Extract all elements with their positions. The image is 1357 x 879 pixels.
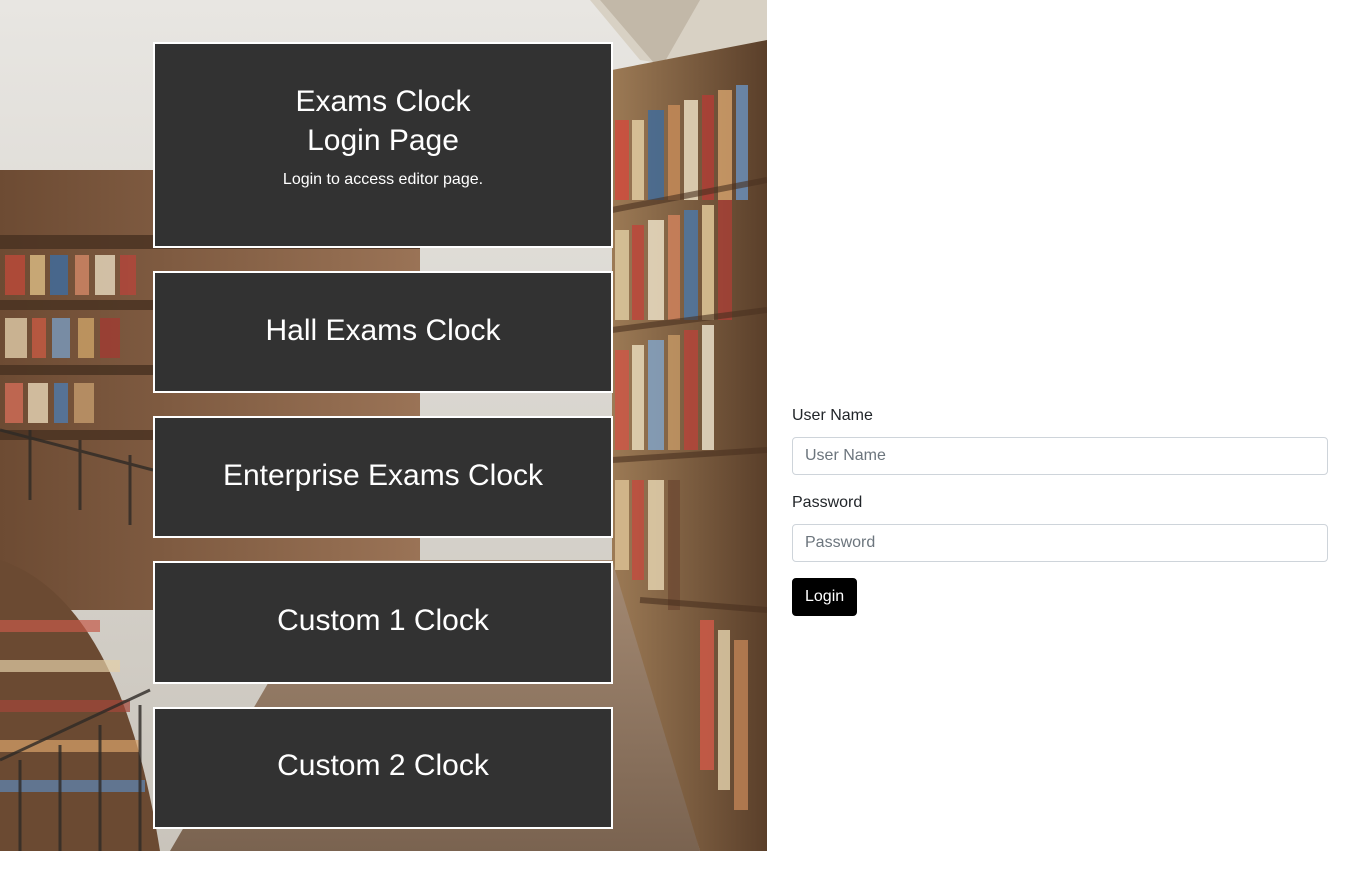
- hero-title-line2: Login Page: [307, 124, 459, 157]
- custom-2-clock-link[interactable]: Custom 2 Clock: [153, 707, 613, 829]
- custom-2-clock-label: Custom 2 Clock: [277, 749, 489, 782]
- hero-card: Exams Clock Login Page Login to access e…: [153, 42, 613, 248]
- page: Exams Clock Login Page Login to access e…: [0, 0, 1357, 879]
- custom-1-clock-label: Custom 1 Clock: [277, 604, 489, 637]
- username-label: User Name: [792, 407, 873, 424]
- library-background-panel: Exams Clock Login Page Login to access e…: [0, 0, 767, 851]
- username-input[interactable]: [792, 437, 1328, 475]
- hall-exams-clock-link[interactable]: Hall Exams Clock: [153, 271, 613, 393]
- password-input[interactable]: [792, 524, 1328, 562]
- login-button[interactable]: Login: [792, 578, 858, 616]
- enterprise-exams-clock-label: Enterprise Exams Clock: [222, 459, 544, 492]
- hero-title-line1: Exams Clock: [295, 85, 471, 118]
- custom-1-clock-link[interactable]: Custom 1 Clock: [153, 561, 613, 684]
- hero-subtitle: Login to access editor page.: [282, 171, 484, 188]
- login-form: User Name Password Login: [792, 404, 1328, 616]
- hall-exams-clock-label: Hall Exams Clock: [265, 314, 501, 347]
- password-label: Password: [792, 494, 863, 511]
- enterprise-exams-clock-link[interactable]: Enterprise Exams Clock: [153, 416, 613, 538]
